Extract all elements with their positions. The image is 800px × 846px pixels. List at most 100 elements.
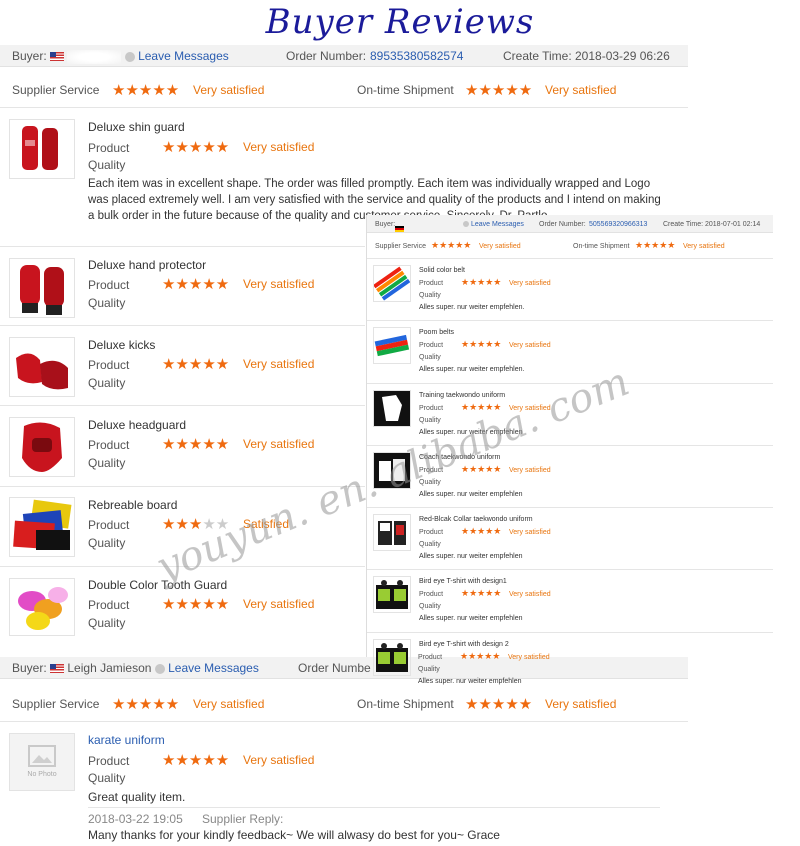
buyer-label: Buyer: [375,221,396,228]
product-thumbnail[interactable] [9,337,75,397]
product-name[interactable]: Deluxe shin guard [88,120,185,134]
product-stars: ★★★★★ [461,526,502,536]
product-thumbnail[interactable] [373,514,411,551]
product-thumbnail[interactable] [9,578,75,636]
supplier-service-stars: ★★★★★ [431,240,472,250]
quality-label: Quality [88,158,126,172]
divider [0,405,365,406]
product-name[interactable]: Deluxe hand protector [88,258,206,272]
product-stars: ★★★★★ [162,356,230,373]
product-rating: Very satisfied [509,591,551,598]
quality-label: Quality [88,536,126,550]
product-thumbnail[interactable] [373,576,411,613]
create-time-value: 2018-07-01 02:14 [705,221,761,228]
product-label: Product [88,598,130,612]
divider [0,325,365,326]
product-name[interactable]: Bird eye T-shirt with design1 [419,578,507,585]
quality-label: Quality [88,616,126,630]
supplier-service-label: Supplier Service [12,697,100,711]
product-label: Product [419,280,444,287]
product-name[interactable]: Deluxe kicks [88,338,155,352]
order-number-link[interactable]: 89535380582574 [370,49,463,63]
de-flag-icon [395,225,404,232]
product-name[interactable]: Rebreable board [88,498,177,512]
product-label: Product [419,529,444,536]
review-comment: Alles super. nur weiter empfehlen [418,678,522,685]
quality-label: Quality [88,771,126,785]
buyer-label: Buyer: [12,49,47,63]
order-number-label: Order Numbe [298,661,371,675]
product-rating: Very satisfied [243,277,315,291]
product-thumbnail[interactable] [373,327,411,364]
review-comment: Alles super. nur weiter empfehlen [419,615,523,622]
product-name[interactable]: Deluxe headguard [88,418,186,432]
divider [367,569,773,570]
product-name[interactable]: Double Color Tooth Guard [88,578,227,592]
review-comment: Great quality item. [88,790,186,804]
product-rating: Very satisfied [243,753,315,767]
shipment-stars: ★★★★★ [465,82,533,99]
product-stars: ★★★★★ [460,651,501,661]
shipment-label: On-time Shipment [573,243,630,250]
review-comment: Alles super. nur weiter empfehlen [419,553,523,560]
product-thumbnail[interactable] [373,639,411,676]
us-flag-icon [50,52,65,62]
product-name[interactable]: Poom belts [419,329,454,336]
quality-label: Quality [419,541,441,548]
product-thumbnail[interactable] [9,119,75,179]
review-comment: Alles super. nur weiter empfehlen. [419,366,525,373]
quality-label: Quality [419,292,441,299]
no-photo-text: No Photo [27,771,57,778]
product-thumbnail[interactable] [373,265,411,302]
quality-label: Quality [88,456,126,470]
product-name[interactable]: Red-Blcak Collar taekwondo uniform [419,516,533,523]
shipment-rating: Very satisfied [545,697,617,711]
supplier-service-rating: Very satisfied [193,83,265,97]
product-rating: Very satisfied [509,342,551,349]
product-name-link[interactable]: karate uniform [88,733,165,747]
supplier-service-label: Supplier Service [375,243,426,250]
product-label: Product [88,278,130,292]
product-stars: ★★★★★ [162,139,230,156]
leave-messages-link[interactable]: Leave Messages [471,221,524,228]
shipment-rating: Very satisfied [683,243,725,250]
product-stars: ★★★★★ [162,276,230,293]
review-comment: Alles super. nur weiter empfehlen [419,491,523,498]
product-name[interactable]: Bird eye T-shirt with design 2 [419,641,509,648]
shipment-label: On-time Shipment [357,83,454,97]
product-rating: Very satisfied [508,654,550,661]
quality-label: Quality [419,417,441,424]
page-title: Buyer Reviews [265,2,535,42]
product-label: Product [419,405,444,412]
product-rating: Very satisfied [243,437,315,451]
leave-messages-link[interactable]: Leave Messages [168,661,259,675]
order-number-link[interactable]: 505569320966313 [589,221,647,228]
no-photo-placeholder: No Photo [9,733,75,791]
reply-time: 2018-03-22 19:05 [88,812,183,826]
product-name[interactable]: Solid color belt [419,267,465,274]
order-number-label: Order Number: [539,221,586,228]
buyer-name: Leigh Jamieson [67,661,152,675]
supplier-service-stars: ★★★★★ [112,696,180,713]
product-thumbnail[interactable] [9,258,75,318]
divider [367,632,773,633]
shipment-stars: ★★★★★ [635,240,676,250]
leave-messages-link[interactable]: Leave Messages [138,49,229,63]
review-comment: Alles super. nur weiter empfehlen. [419,304,525,311]
product-stars: ★★★★★ [162,596,230,613]
product-label: Product [88,141,130,155]
divider [0,246,365,247]
divider [367,320,773,321]
product-thumbnail[interactable] [9,417,75,477]
product-name[interactable]: Training taekwondo uniform [419,392,505,399]
product-thumbnail[interactable] [373,390,411,427]
product-rating: Very satisfied [243,597,315,611]
product-thumbnail[interactable] [9,497,75,557]
supplier-service-rating: Very satisfied [193,697,265,711]
product-label: Product [88,754,130,768]
divider [0,721,688,722]
quality-label: Quality [88,296,126,310]
product-rating: Very satisfied [243,140,315,154]
quality-label: Quality [419,354,441,361]
product-label: Product [419,342,444,349]
